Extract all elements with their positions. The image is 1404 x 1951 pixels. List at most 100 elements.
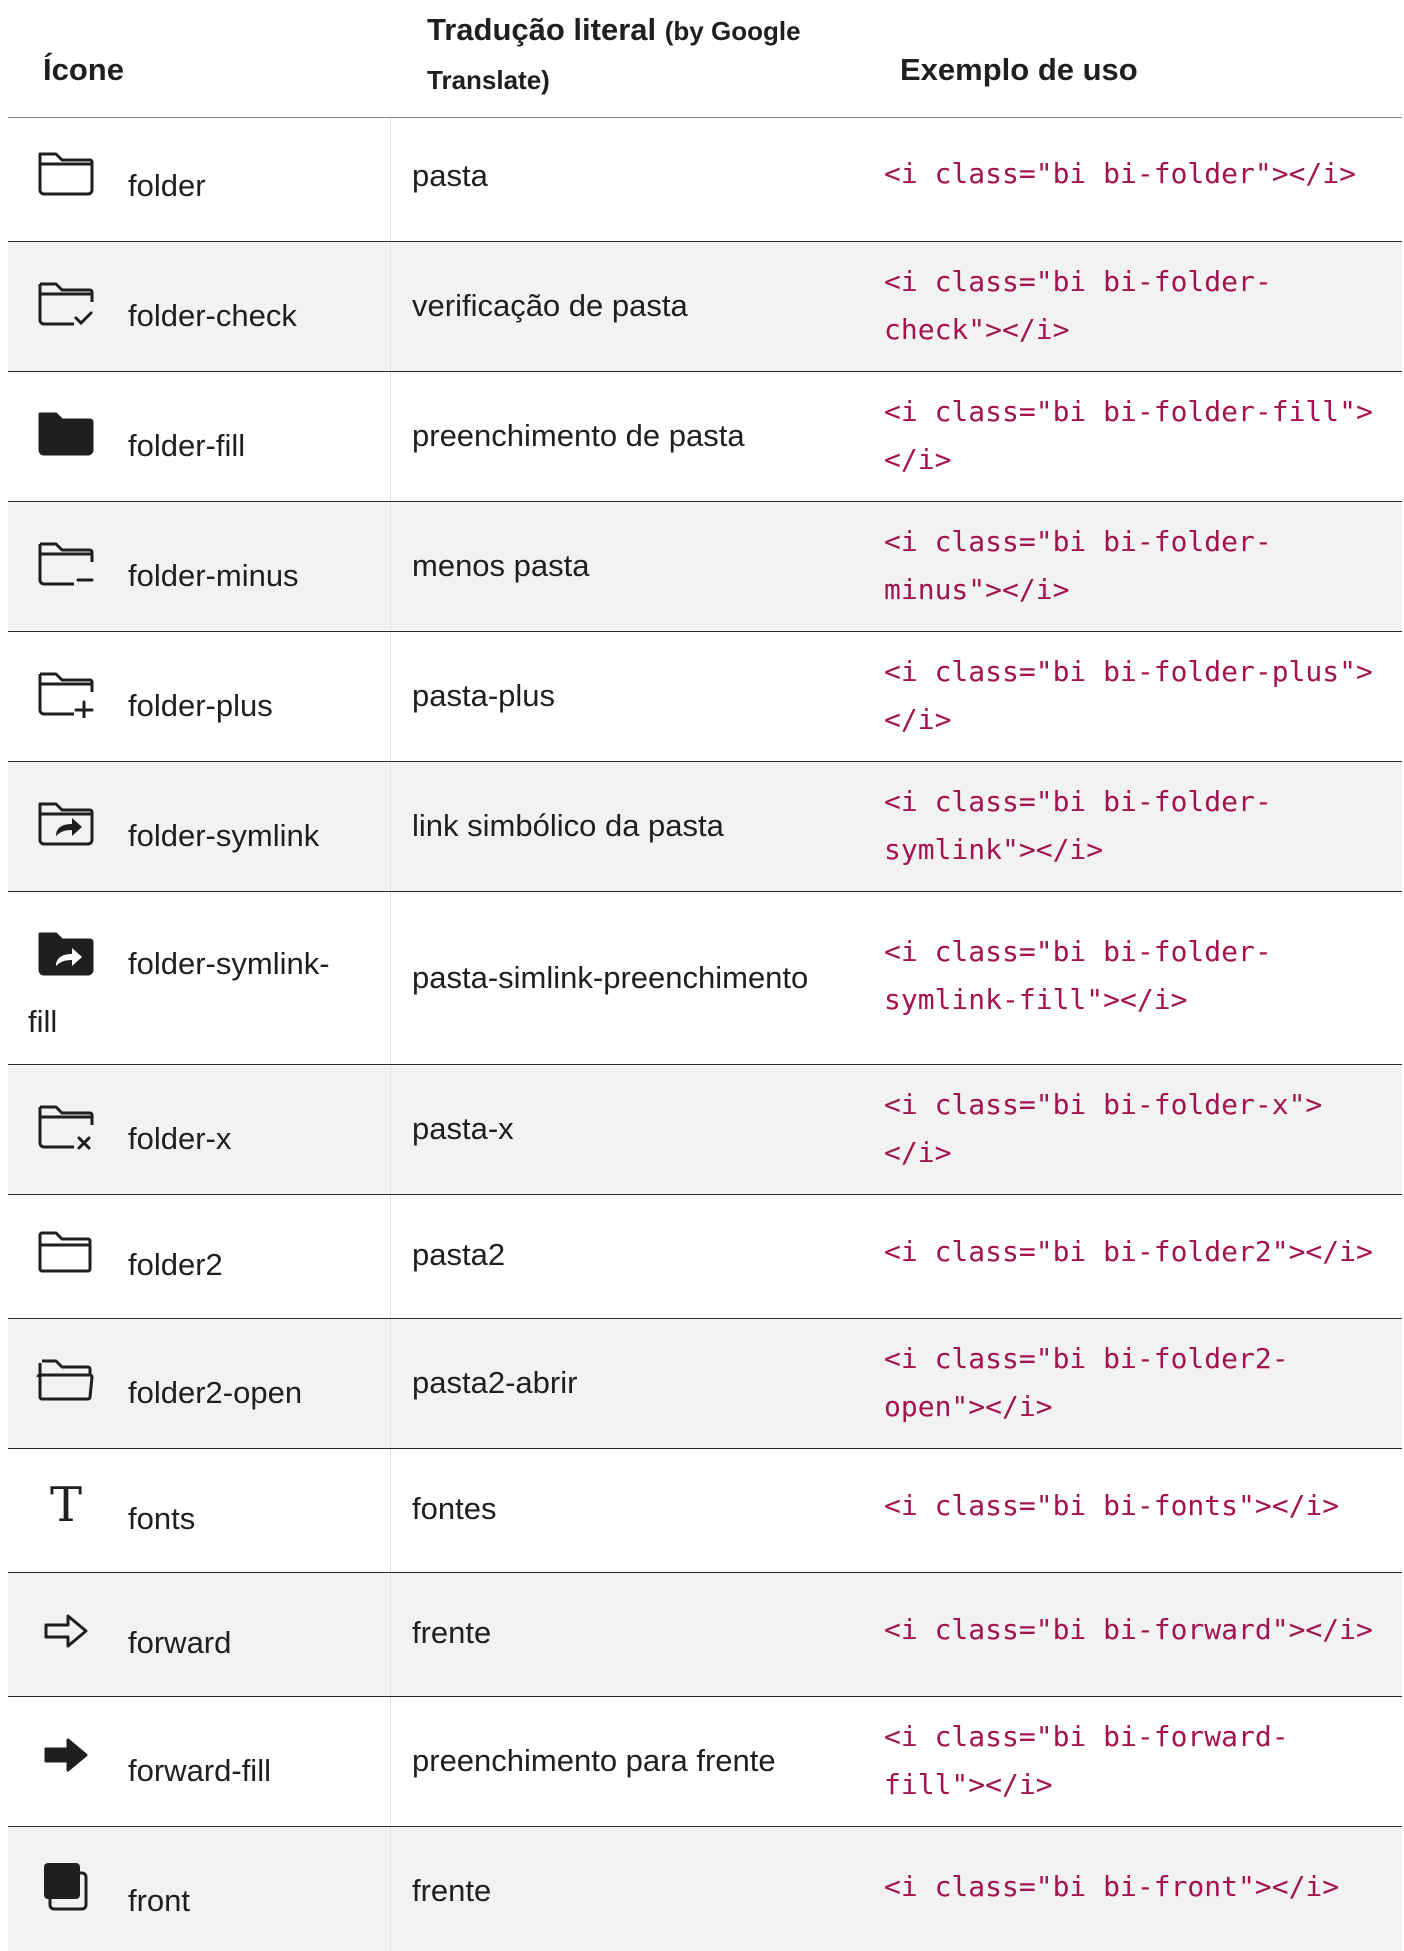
icon-name: folder-plus xyxy=(128,688,273,723)
icon-translation: preenchimento para frente xyxy=(412,1743,776,1778)
icon-name: folder-minus xyxy=(128,558,299,593)
folder-minus-icon xyxy=(36,536,96,588)
icon-name-wrap: fill xyxy=(28,1004,58,1039)
table-row: T fonts fontes <i class="bi bi-fonts"></… xyxy=(8,1449,1402,1573)
icon-table: Ícone Tradução literal (by Google Transl… xyxy=(8,0,1402,1951)
icon-name: folder xyxy=(128,168,206,203)
usage-example: <i class="bi bi-folder- check"></i> xyxy=(884,258,1404,354)
icon-translation: pasta2-abrir xyxy=(412,1365,578,1400)
icon-translation: link simbólico da pasta xyxy=(412,808,724,843)
table-row: forward-fill preenchimento para frente <… xyxy=(8,1697,1402,1827)
table-row: folder-minus menos pasta <i class="bi bi… xyxy=(8,502,1402,632)
icon-name: folder-check xyxy=(128,298,297,333)
code-line-1: <i class="bi bi-folder-plus"> xyxy=(884,655,1373,688)
table-row: folder-check verificação de pasta <i cla… xyxy=(8,242,1402,372)
icon-name: folder-fill xyxy=(128,428,246,463)
usage-example: <i class="bi bi-fonts"></i> xyxy=(884,1482,1404,1530)
forward-fill-icon xyxy=(36,1729,96,1781)
icon-name: forward-fill xyxy=(128,1753,271,1788)
table-header: Ícone Tradução literal (by Google Transl… xyxy=(8,0,1402,118)
usage-example: <i class="bi bi-folder"></i> xyxy=(884,150,1404,198)
table-row: folder pasta <i class="bi bi-folder"></i… xyxy=(8,118,1402,242)
usage-example: <i class="bi bi-forward- fill"></i> xyxy=(884,1713,1404,1809)
svg-text:T: T xyxy=(50,1479,82,1531)
icon-translation: verificação de pasta xyxy=(412,288,688,323)
icon-translation: menos pasta xyxy=(412,548,590,583)
code-line-1: <i class="bi bi-folder- xyxy=(884,265,1272,298)
code-line-1: <i class="bi bi-folder"></i> xyxy=(884,157,1357,190)
table-row: folder-fill preenchimento de pasta <i cl… xyxy=(8,372,1402,502)
code-line-2: </i> xyxy=(884,703,952,736)
folder-plus-icon xyxy=(36,666,96,718)
header-translation-note-1: (by Google xyxy=(664,16,801,46)
folder2-icon xyxy=(36,1225,96,1277)
code-line-2: minus"></i> xyxy=(884,573,1070,606)
usage-example: <i class="bi bi-folder-fill"> </i> xyxy=(884,388,1404,484)
usage-example: <i class="bi bi-front"></i> xyxy=(884,1863,1404,1911)
table-row: folder-symlink- fill pasta-simlink-preen… xyxy=(8,892,1402,1065)
folder-icon xyxy=(36,146,96,198)
icon-name: folder-x xyxy=(128,1121,232,1156)
icon-name: folder2 xyxy=(128,1247,223,1282)
code-line-1: <i class="bi bi-folder-fill"> xyxy=(884,395,1373,428)
usage-example: <i class="bi bi-folder-plus"> </i> xyxy=(884,648,1404,744)
header-translation-note-2: Translate) xyxy=(427,65,550,95)
fonts-icon: T xyxy=(36,1479,96,1531)
code-line-1: <i class="bi bi-folder- xyxy=(884,785,1272,818)
folder-symlink-fill-icon xyxy=(36,926,96,978)
table-row: folder-plus pasta-plus <i class="bi bi-f… xyxy=(8,632,1402,762)
table-row: folder-x pasta-x <i class="bi bi-folder-… xyxy=(8,1065,1402,1195)
code-line-1: <i class="bi bi-folder2- xyxy=(884,1342,1289,1375)
table-row: folder-symlink link simbólico da pasta <… xyxy=(8,762,1402,892)
forward-icon xyxy=(36,1605,96,1657)
folder-fill-icon xyxy=(36,406,96,458)
usage-example: <i class="bi bi-forward"></i> xyxy=(884,1606,1404,1654)
header-example-column: Exemplo de uso xyxy=(900,52,1138,87)
folder2-open-icon xyxy=(36,1353,96,1405)
header-translation-column: Tradução literal (by Google Translate) xyxy=(427,6,867,104)
icon-translation: frente xyxy=(412,1873,492,1908)
header-icon-column: Ícone xyxy=(43,52,124,87)
table-row: folder2 pasta2 <i class="bi bi-folder2">… xyxy=(8,1195,1402,1319)
code-line-1: <i class="bi bi-folder2"></i> xyxy=(884,1235,1373,1268)
icon-name: front xyxy=(128,1883,191,1918)
icon-name: folder2-open xyxy=(128,1375,303,1410)
header-translation-title: Tradução literal xyxy=(427,12,657,47)
icon-translation: pasta-simlink-preenchimento xyxy=(412,960,809,995)
table-row: front frente <i class="bi bi-front"></i> xyxy=(8,1827,1402,1951)
table-row: forward frente <i class="bi bi-forward">… xyxy=(8,1573,1402,1697)
icon-translation: fontes xyxy=(412,1491,497,1526)
code-line-1: <i class="bi bi-folder-x"> xyxy=(884,1088,1323,1121)
icon-translation: pasta xyxy=(412,158,488,193)
code-line-1: <i class="bi bi-forward- xyxy=(884,1720,1289,1753)
code-line-2: </i> xyxy=(884,1136,952,1169)
code-line-2: </i> xyxy=(884,443,952,476)
code-line-2: symlink"></i> xyxy=(884,833,1104,866)
table-row: folder2-open pasta2-abrir <i class="bi b… xyxy=(8,1319,1402,1449)
code-line-1: <i class="bi bi-front"></i> xyxy=(884,1870,1340,1903)
usage-example: <i class="bi bi-folder-x"> </i> xyxy=(884,1081,1404,1177)
icon-name: forward xyxy=(128,1625,232,1660)
usage-example: <i class="bi bi-folder- symlink"></i> xyxy=(884,778,1404,874)
folder-check-icon xyxy=(36,276,96,328)
front-icon xyxy=(36,1859,96,1911)
icon-translation: pasta-plus xyxy=(412,678,556,713)
code-line-1: <i class="bi bi-fonts"></i> xyxy=(884,1489,1340,1522)
folder-x-icon xyxy=(36,1099,96,1151)
usage-example: <i class="bi bi-folder2- open"></i> xyxy=(884,1335,1404,1431)
usage-example: <i class="bi bi-folder- symlink-fill"></… xyxy=(884,928,1404,1024)
code-line-2: symlink-fill"></i> xyxy=(884,983,1188,1016)
icon-name: fonts xyxy=(128,1501,196,1536)
icon-translation: preenchimento de pasta xyxy=(412,418,745,453)
code-line-2: fill"></i> xyxy=(884,1768,1053,1801)
icon-name: folder-symlink- xyxy=(128,946,330,981)
icon-translation: pasta-x xyxy=(412,1111,514,1146)
folder-symlink-icon xyxy=(36,796,96,848)
code-line-1: <i class="bi bi-folder- xyxy=(884,935,1272,968)
code-line-1: <i class="bi bi-folder- xyxy=(884,525,1272,558)
code-line-2: open"></i> xyxy=(884,1390,1053,1423)
usage-example: <i class="bi bi-folder2"></i> xyxy=(884,1228,1404,1276)
icon-translation: frente xyxy=(412,1615,492,1650)
code-line-2: check"></i> xyxy=(884,313,1070,346)
icon-translation: pasta2 xyxy=(412,1237,506,1272)
